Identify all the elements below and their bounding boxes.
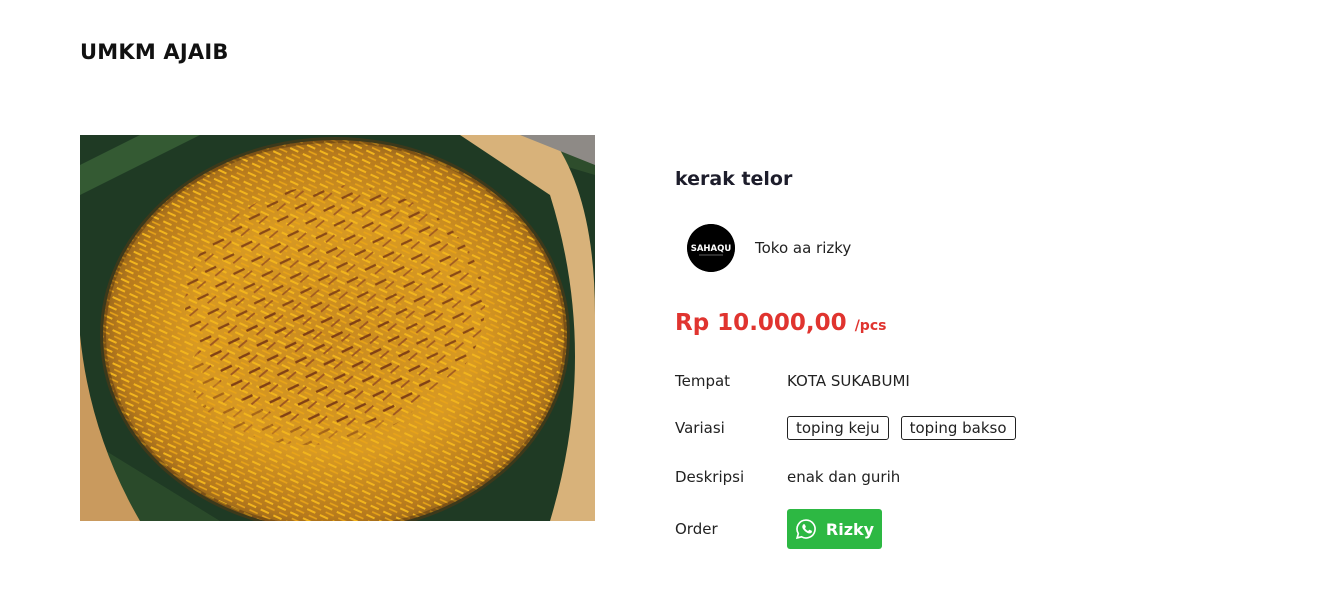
variasi-label: Variasi (675, 419, 725, 437)
product-info: kerak telor SAHAQU Toko aa rizky Rp 10.0… (675, 168, 1275, 549)
product-image (80, 135, 595, 521)
whatsapp-button-label: Rizky (825, 519, 875, 539)
detail-row-order: Order Rizky (675, 509, 1275, 549)
page: UMKM AJAIB kerak telor SAHAQU Toko aa ri… (0, 0, 1344, 616)
price-unit: /pcs (854, 318, 887, 334)
tempat-value: KOTA SUKABUMI (787, 372, 910, 390)
deskripsi-label: Deskripsi (675, 468, 745, 486)
whatsapp-order-button[interactable]: Rizky (787, 509, 882, 549)
seller-avatar[interactable]: SAHAQU (687, 224, 735, 272)
order-label: Order (675, 520, 718, 538)
detail-row-tempat: Tempat KOTA SUKABUMI (675, 372, 1275, 390)
seller-row[interactable]: SAHAQU Toko aa rizky (687, 224, 1275, 272)
product-title: kerak telor (675, 168, 793, 190)
variasi-tag[interactable]: toping bakso (900, 416, 1016, 440)
product-price: Rp 10.000,00 (675, 310, 847, 336)
detail-row-deskripsi: Deskripsi enak dan gurih (675, 468, 1275, 486)
price-row: Rp 10.000,00 /pcs (675, 310, 1275, 336)
detail-row-variasi: Variasi toping keju toping bakso (675, 416, 1275, 440)
seller-name[interactable]: Toko aa rizky (755, 239, 851, 257)
deskripsi-value: enak dan gurih (787, 468, 901, 486)
brand-title[interactable]: UMKM AJAIB (80, 40, 229, 64)
variasi-tag[interactable]: toping keju (787, 416, 889, 440)
whatsapp-icon (795, 518, 817, 540)
seller-logo-icon: SAHAQU (687, 224, 735, 272)
tempat-label: Tempat (675, 372, 731, 390)
svg-text:SAHAQU: SAHAQU (691, 244, 732, 254)
